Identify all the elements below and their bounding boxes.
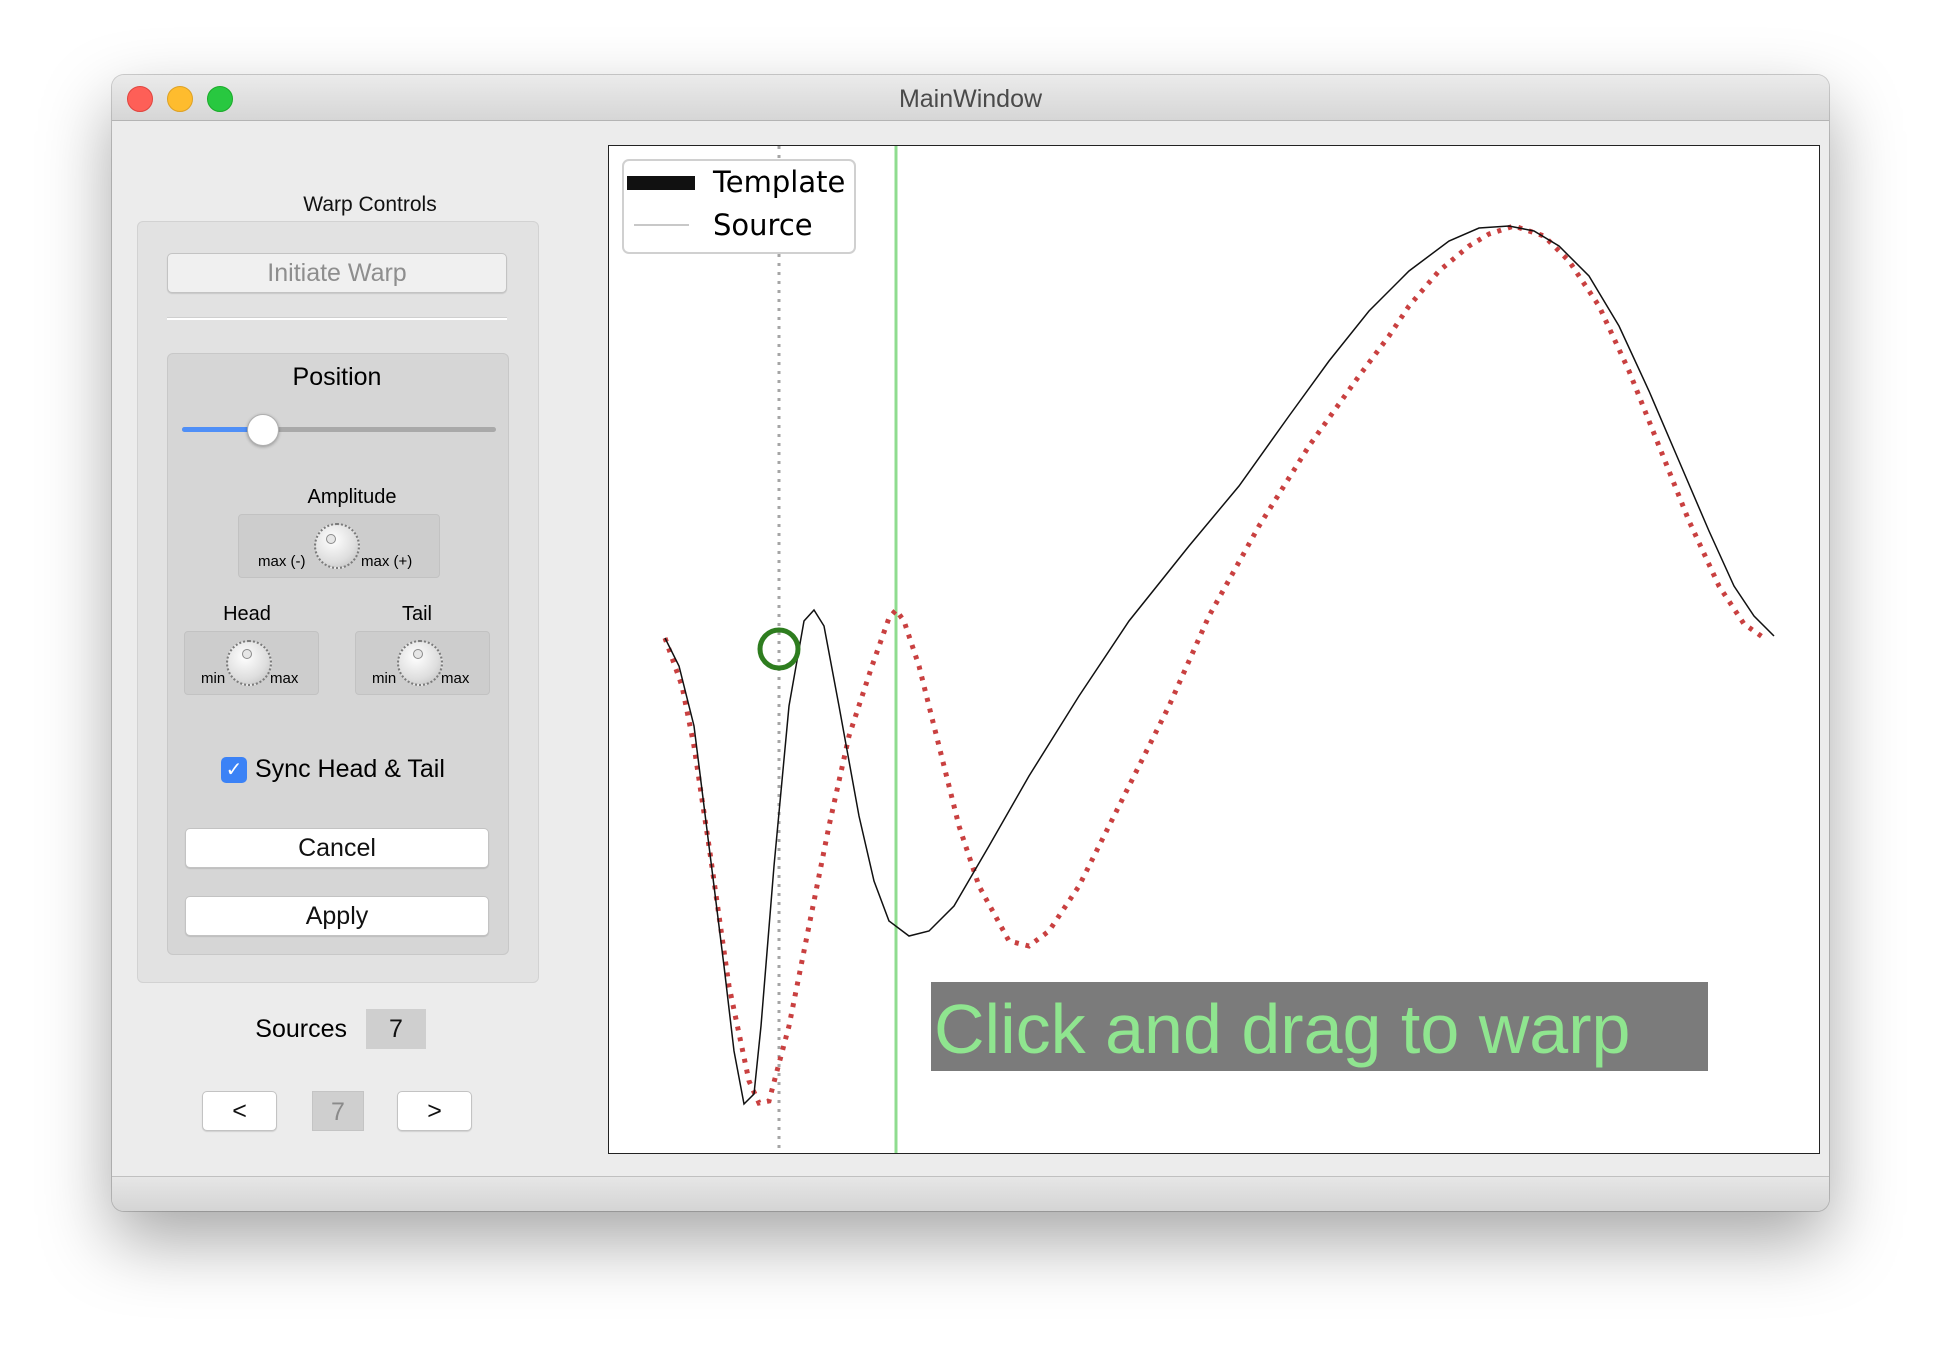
source-curve	[662, 223, 1766, 1106]
tail-dial-box: min max	[355, 631, 490, 695]
warp-plot-canvas[interactable]: Template Source Click and drag to warp	[608, 145, 1820, 1154]
warp-plot-svg[interactable]: Template Source Click and drag to warp	[609, 146, 1819, 1153]
main-window: MainWindow Warp Controls Initiate Warp P…	[112, 75, 1829, 1211]
head-label: Head	[223, 603, 271, 625]
plot-legend: Template Source	[622, 159, 856, 254]
tail-label: Tail	[401, 603, 432, 625]
amplitude-max-label: max (+)	[361, 553, 413, 570]
status-bar	[112, 1176, 1829, 1211]
initiate-warp-button[interactable]: Initiate Warp	[167, 253, 507, 293]
next-source-button[interactable]: >	[397, 1091, 472, 1131]
template-curve	[664, 225, 1775, 1106]
tail-min-label: min	[372, 670, 397, 687]
previous-source-button[interactable]: <	[202, 1091, 277, 1131]
current-source-field[interactable]: 7	[312, 1091, 364, 1131]
dial-indicator	[242, 649, 252, 659]
head-dial[interactable]	[226, 640, 272, 686]
separator	[167, 317, 507, 320]
apply-button[interactable]: Apply	[185, 896, 489, 936]
position-slider-thumb[interactable]	[247, 414, 279, 446]
head-dial-box: min max	[184, 631, 319, 695]
sources-count-field: 7	[366, 1009, 426, 1049]
window-title: MainWindow	[898, 85, 1043, 113]
position-label: Position	[292, 363, 382, 391]
legend-source-label: Source	[713, 208, 813, 242]
head-min-label: min	[201, 670, 226, 687]
amplitude-min-label: max (-)	[258, 553, 306, 570]
dial-indicator	[326, 534, 336, 544]
title-bar: MainWindow	[112, 75, 1829, 121]
cancel-button[interactable]: Cancel	[185, 828, 489, 868]
tail-dial[interactable]	[397, 640, 443, 686]
amplitude-dial[interactable]	[314, 523, 360, 569]
warp-controls-title: Warp Controls	[303, 193, 437, 216]
head-max-label: max	[270, 670, 299, 687]
amplitude-label: Amplitude	[307, 486, 397, 508]
sync-head-tail-label[interactable]: Sync Head & Tail	[255, 755, 445, 784]
sources-label: Sources	[255, 1015, 347, 1043]
overlay-instruction-text: Click and drag to warp	[934, 990, 1630, 1068]
tail-max-label: max	[441, 670, 470, 687]
amplitude-dial-box: max (-) max (+)	[238, 514, 440, 578]
legend-template-label: Template	[712, 165, 845, 199]
sync-head-tail-checkbox[interactable]: ✓	[221, 757, 247, 783]
dial-indicator	[413, 649, 423, 659]
warp-anchor-marker[interactable]	[757, 627, 801, 671]
